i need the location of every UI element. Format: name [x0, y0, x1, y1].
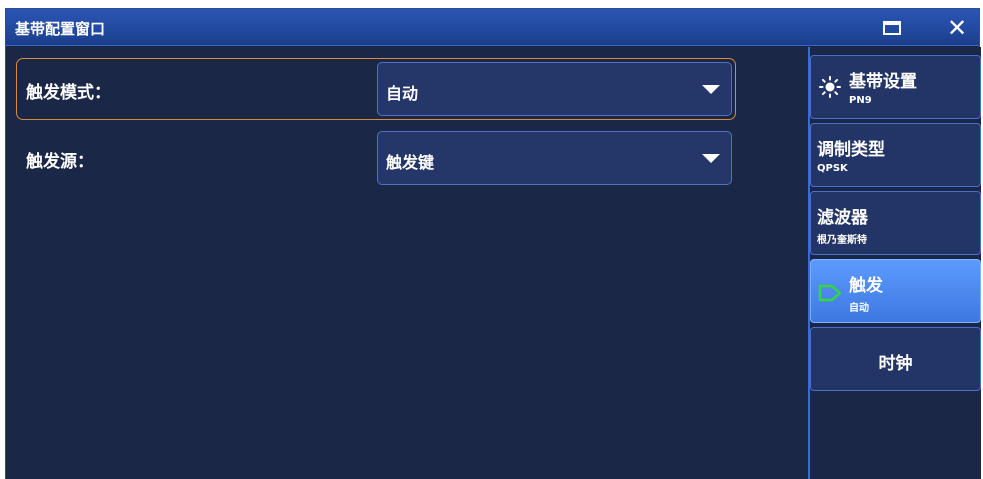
title-bar: 基带配置窗口 ✕	[6, 9, 979, 46]
sidebar-item-trigger[interactable]: 触发 自动	[810, 259, 981, 323]
baseband-config-window: 基带配置窗口 ✕ 触发模式： 自动 触发源： 触发键 基带设置 PN9 调制类型…	[5, 8, 981, 479]
sidebar-item-subtitle: 自动	[849, 303, 869, 314]
sidebar-item-title: 滤波器	[817, 208, 868, 228]
trigger-mode-value: 自动	[386, 84, 419, 103]
sidebar-item-baseband-settings[interactable]: 基带设置 PN9	[810, 55, 981, 119]
sidebar-item-subtitle: 根乃奎斯特	[817, 235, 867, 246]
close-icon: ✕	[946, 14, 968, 42]
main-panel: 触发模式： 自动 触发源： 触发键	[6, 47, 808, 479]
trigger-mode-label: 触发模式：	[26, 83, 111, 103]
window-title: 基带配置窗口	[15, 20, 106, 38]
maximize-icon	[883, 21, 901, 35]
trigger-icon	[818, 284, 842, 302]
close-button[interactable]: ✕	[939, 13, 975, 43]
sidebar-item-title: 基带设置	[849, 72, 917, 92]
sidebar-item-modulation-type[interactable]: 调制类型 QPSK	[810, 123, 981, 187]
maximize-button[interactable]	[874, 13, 910, 43]
chevron-down-icon	[702, 154, 720, 163]
sidebar: 基带设置 PN9 调制类型 QPSK 滤波器 根乃奎斯特 触发 自动 时钟	[810, 47, 981, 479]
sun-icon	[819, 76, 841, 98]
trigger-source-row: 触发源： 触发键	[16, 127, 736, 189]
trigger-mode-dropdown[interactable]: 自动	[377, 62, 732, 116]
trigger-source-dropdown[interactable]: 触发键	[377, 131, 732, 185]
trigger-source-value: 触发键	[386, 153, 435, 172]
sidebar-item-subtitle: QPSK	[817, 163, 848, 174]
trigger-mode-row: 触发模式： 自动	[16, 58, 736, 120]
sidebar-item-title: 调制类型	[817, 140, 885, 160]
trigger-source-label: 触发源：	[26, 152, 94, 172]
sidebar-item-title: 时钟	[878, 354, 913, 374]
sidebar-item-subtitle: PN9	[849, 95, 872, 106]
sidebar-item-title: 触发	[849, 276, 883, 296]
sidebar-item-clock[interactable]: 时钟	[810, 327, 981, 391]
chevron-down-icon	[702, 85, 720, 94]
sidebar-item-filter[interactable]: 滤波器 根乃奎斯特	[810, 191, 981, 255]
